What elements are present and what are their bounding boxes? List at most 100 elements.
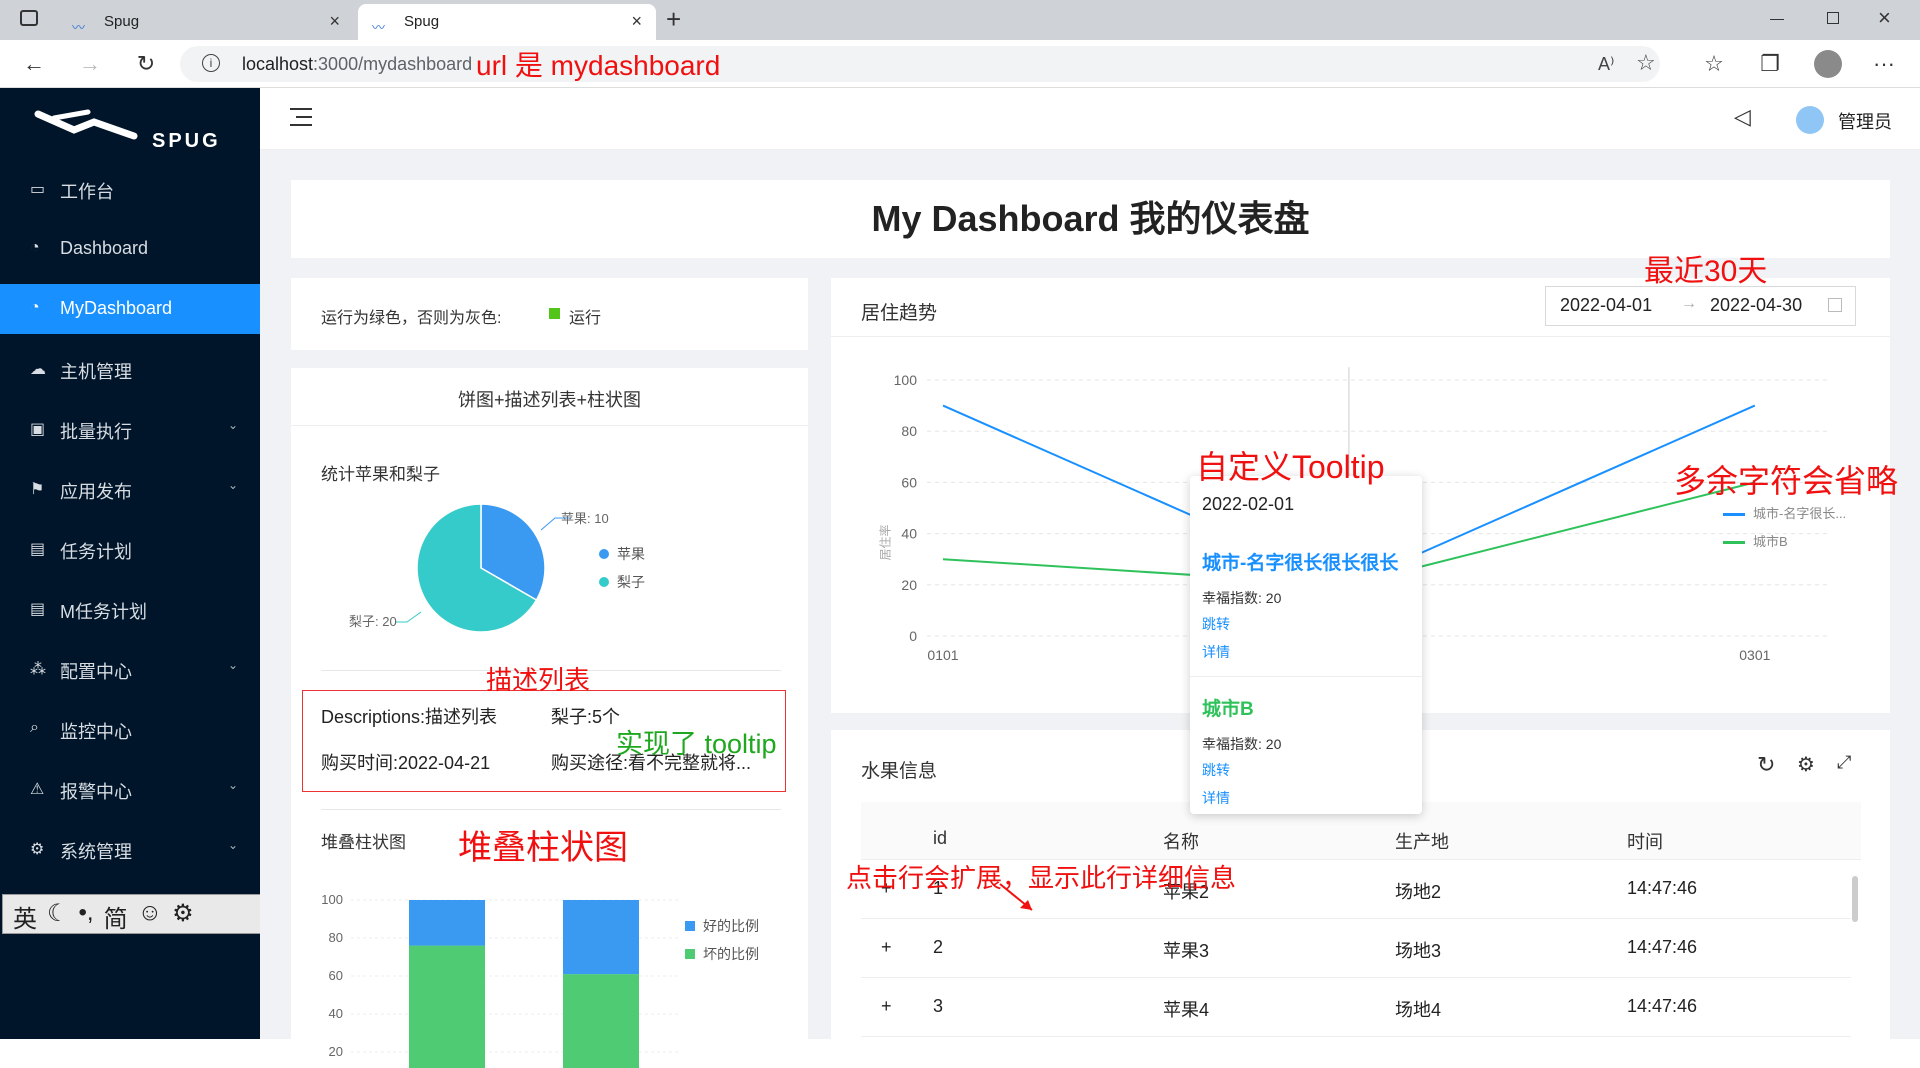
ime-button[interactable]: ☺ bbox=[138, 899, 163, 934]
date-end[interactable]: 2022-04-30 bbox=[1710, 295, 1802, 316]
browser-tab-1[interactable]: 〰 Spug × bbox=[58, 4, 354, 40]
fullscreen-icon[interactable]: ⤢ bbox=[1837, 752, 1851, 773]
sidebar-item[interactable]: ⁂ 配置中心 ⌄ bbox=[0, 644, 260, 694]
y-tick-label: 100 bbox=[321, 892, 343, 907]
tooltip-index-a: 幸福指数: 20 bbox=[1202, 590, 1282, 606]
pie-chart: 苹果: 10 梨子: 20 bbox=[349, 503, 609, 633]
reload-icon[interactable]: ↻ bbox=[1757, 752, 1775, 778]
tooltip-index-b: 幸福指数: 20 bbox=[1202, 736, 1282, 752]
ime-toolbar[interactable]: 英 ☾ •, 简 ☺ ⚙ bbox=[2, 894, 266, 934]
column-header[interactable]: id bbox=[933, 828, 947, 849]
sidebar-item[interactable]: ▤ 任务计划 bbox=[0, 524, 260, 574]
avatar[interactable] bbox=[1814, 50, 1842, 78]
sidebar-item-label: 配置中心 bbox=[60, 662, 132, 682]
tab-actions-icon[interactable] bbox=[20, 10, 38, 26]
expand-row-icon[interactable]: + bbox=[881, 996, 892, 1017]
sidebar-item[interactable]: ⚠ 报警中心 ⌄ bbox=[0, 764, 260, 814]
annotation-last30: 最近30天 bbox=[1644, 255, 1768, 288]
dashboard-icon: ◔ bbox=[30, 299, 40, 316]
sidebar-item[interactable]: ☁ 主机管理 bbox=[0, 344, 260, 394]
ime-button[interactable]: 英 bbox=[13, 899, 37, 934]
tooltip-detail-link[interactable]: 详情 bbox=[1202, 788, 1230, 808]
read-aloud-icon[interactable]: A⁾ bbox=[1598, 54, 1614, 75]
column-header[interactable]: 时间 bbox=[1627, 828, 1663, 854]
annotation-stack: 堆叠柱状图 bbox=[458, 829, 628, 867]
expand-row-icon[interactable]: + bbox=[881, 937, 892, 958]
legend-item-bad: 坏的比例 bbox=[685, 940, 759, 968]
tab-title: Spug bbox=[404, 13, 440, 30]
close-window-icon[interactable]: × bbox=[1878, 5, 1891, 31]
scrollbar[interactable] bbox=[1852, 876, 1858, 922]
spug-logo: SPUG bbox=[34, 108, 244, 158]
bar-segment bbox=[563, 974, 639, 1068]
forward-icon[interactable]: → bbox=[74, 48, 106, 80]
sidebar-item-label: 报警中心 bbox=[60, 782, 132, 802]
y-tick-label: 40 bbox=[901, 526, 917, 542]
legend-item-city-b: 城市B bbox=[1723, 528, 1846, 556]
sidebar-item-label: 系统管理 bbox=[60, 842, 132, 862]
bar-title: 堆叠柱状图 bbox=[321, 833, 406, 852]
date-range-picker[interactable]: 2022-04-01 → 2022-04-30 bbox=[1545, 286, 1856, 326]
tooltip-jump-link[interactable]: 跳转 bbox=[1202, 614, 1230, 634]
more-icon[interactable]: ··· bbox=[1868, 48, 1900, 80]
custom-tooltip: 2022-02-01 城市-名字很长很长很长 幸福指数: 20 跳转 详情 城市… bbox=[1190, 476, 1422, 814]
minimize-icon[interactable] bbox=[1770, 19, 1784, 20]
annotation-desc: 描述列表 bbox=[486, 665, 591, 695]
sidebar-item[interactable]: ▣ 批量执行 ⌄ bbox=[0, 404, 260, 454]
y-tick-label: 40 bbox=[329, 1006, 343, 1021]
user-avatar[interactable] bbox=[1796, 106, 1824, 134]
refresh-icon[interactable]: ↻ bbox=[130, 48, 162, 80]
tooltip-detail-link[interactable]: 详情 bbox=[1202, 642, 1230, 662]
calendar-icon[interactable] bbox=[1828, 298, 1842, 312]
desc-value: 2022-04-21 bbox=[398, 753, 491, 773]
ime-button[interactable]: ⚙ bbox=[172, 899, 194, 934]
table-row[interactable]: +3 苹果4 场地4 14:47:46 bbox=[861, 978, 1851, 1037]
sidebar-item[interactable]: ◔ MyDashboard bbox=[0, 284, 260, 334]
tooltip-jump-link[interactable]: 跳转 bbox=[1202, 760, 1230, 780]
ime-button[interactable]: 简 bbox=[104, 899, 128, 934]
url-field[interactable]: i localhost:3000/mydashboard A⁾ ☆ bbox=[180, 46, 1660, 82]
column-header[interactable]: 生产地 bbox=[1395, 828, 1449, 854]
menu-fold-icon[interactable] bbox=[290, 108, 312, 126]
legend-item-city-a: 城市-名字很长... bbox=[1723, 500, 1846, 528]
close-icon[interactable]: × bbox=[631, 11, 642, 32]
legend-item-good: 好的比例 bbox=[685, 912, 759, 940]
logo-text: SPUG bbox=[152, 130, 221, 152]
user-name[interactable]: 管理员 bbox=[1838, 108, 1892, 134]
y-tick-label: 20 bbox=[901, 577, 917, 593]
sidebar-item[interactable]: ⌕ 监控中心 bbox=[0, 704, 260, 754]
ime-button[interactable]: ☾ bbox=[47, 899, 69, 934]
legend-item-apple: 苹果 bbox=[599, 540, 645, 568]
sidebar-item[interactable]: ▤ M任务计划 bbox=[0, 584, 260, 634]
pie-title: 统计苹果和梨子 bbox=[321, 465, 440, 484]
column-header[interactable]: 名称 bbox=[1163, 828, 1199, 854]
table-cell: 14:47:46 bbox=[1627, 996, 1698, 1016]
table-row[interactable]: +2 苹果3 场地3 14:47:46 bbox=[861, 919, 1851, 978]
notification-icon[interactable]: ◁ bbox=[1734, 104, 1751, 130]
sidebar-item[interactable]: ◔ Dashboard bbox=[0, 224, 260, 274]
spug-favicon-icon: 〰 bbox=[372, 20, 386, 35]
deployment-icon: ⁂ bbox=[30, 661, 46, 678]
table-cell: 2 bbox=[933, 937, 944, 957]
ime-button[interactable]: •, bbox=[79, 899, 94, 934]
favorite-add-icon[interactable]: ☆ bbox=[1636, 50, 1656, 76]
spug-favicon-icon: 〰 bbox=[72, 20, 86, 35]
new-tab-button[interactable]: + bbox=[666, 4, 681, 35]
restore-icon[interactable] bbox=[1827, 12, 1839, 24]
table-cell: 苹果3 bbox=[1163, 941, 1210, 961]
pie-legend: 苹果 梨子 bbox=[599, 540, 645, 596]
back-icon[interactable]: ← bbox=[18, 48, 50, 80]
setting-icon[interactable]: ⚙ bbox=[1797, 752, 1815, 777]
sidebar-item[interactable]: ▭ 工作台 bbox=[0, 164, 260, 214]
close-icon[interactable]: × bbox=[329, 11, 340, 32]
sidebar-item[interactable]: ⚑ 应用发布 ⌄ bbox=[0, 464, 260, 514]
sidebar-item[interactable]: ⚙ 系统管理 ⌄ bbox=[0, 824, 260, 874]
table-cell: 场地3 bbox=[1395, 941, 1442, 961]
legend-item-pear: 梨子 bbox=[599, 568, 645, 596]
browser-tab-2[interactable]: 〰 Spug × bbox=[358, 4, 656, 40]
chevron-down-icon: ⌄ bbox=[227, 478, 238, 492]
favorites-icon[interactable]: ☆ bbox=[1698, 48, 1730, 80]
sidebar-item-label: MyDashboard bbox=[60, 298, 173, 318]
collections-icon[interactable]: ❐ bbox=[1754, 48, 1786, 80]
date-start[interactable]: 2022-04-01 bbox=[1560, 295, 1652, 316]
